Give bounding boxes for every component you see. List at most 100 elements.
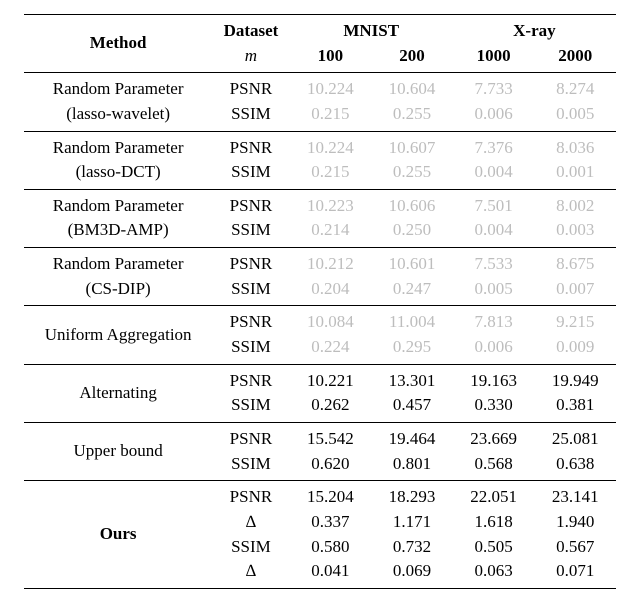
- value-cell: 19.163: [453, 364, 535, 393]
- value-cell: 22.051: [453, 481, 535, 510]
- value-cell: 0.457: [371, 393, 453, 422]
- value-cell: 8.002: [534, 189, 616, 218]
- value-cell: 0.255: [371, 160, 453, 189]
- method-name: Random Parameter(lasso-wavelet): [24, 73, 212, 131]
- value-cell: 8.675: [534, 248, 616, 277]
- metric-label: PSNR: [212, 248, 289, 277]
- value-cell: 11.004: [371, 306, 453, 335]
- value-cell: 18.293: [371, 481, 453, 510]
- value-cell: 0.001: [534, 160, 616, 189]
- value-cell: 0.003: [534, 218, 616, 247]
- value-cell: 0.247: [371, 277, 453, 306]
- header-m: m: [212, 44, 289, 73]
- metric-label: PSNR: [212, 306, 289, 335]
- value-cell: 0.215: [290, 102, 372, 131]
- method-name: Uniform Aggregation: [24, 306, 212, 364]
- value-cell: 1.618: [453, 510, 535, 535]
- value-cell: 0.071: [534, 559, 616, 588]
- metric-label: PSNR: [212, 481, 289, 510]
- value-cell: 0.004: [453, 160, 535, 189]
- value-cell: 10.604: [371, 73, 453, 102]
- value-cell: 23.141: [534, 481, 616, 510]
- value-cell: 8.274: [534, 73, 616, 102]
- table-row: Uniform AggregationPSNR10.08411.0047.813…: [24, 306, 616, 335]
- table-row: Random Parameter(lasso-wavelet)PSNR10.22…: [24, 73, 616, 102]
- value-cell: 0.224: [290, 335, 372, 364]
- value-cell: 0.262: [290, 393, 372, 422]
- metric-label: SSIM: [212, 393, 289, 422]
- value-cell: 0.041: [290, 559, 372, 588]
- value-cell: 0.215: [290, 160, 372, 189]
- metric-label: SSIM: [212, 335, 289, 364]
- header-method: Method: [24, 15, 212, 73]
- value-cell: 7.733: [453, 73, 535, 102]
- value-cell: 0.069: [371, 559, 453, 588]
- value-cell: 0.009: [534, 335, 616, 364]
- table-row: Random Parameter(BM3D-AMP)PSNR10.22310.6…: [24, 189, 616, 218]
- metric-label: SSIM: [212, 277, 289, 306]
- method-name: Random Parameter(lasso-DCT): [24, 131, 212, 189]
- value-cell: 0.250: [371, 218, 453, 247]
- results-table: Method Dataset MNIST X-ray m 100 200 100…: [24, 14, 616, 589]
- value-cell: 0.638: [534, 452, 616, 481]
- value-cell: 0.005: [453, 277, 535, 306]
- value-cell: 0.505: [453, 535, 535, 560]
- method-ours: Ours: [24, 481, 212, 589]
- value-cell: 0.337: [290, 510, 372, 535]
- value-cell: 0.295: [371, 335, 453, 364]
- value-cell: 0.255: [371, 102, 453, 131]
- value-cell: 10.084: [290, 306, 372, 335]
- value-cell: 0.567: [534, 535, 616, 560]
- value-cell: 0.568: [453, 452, 535, 481]
- value-cell: 7.813: [453, 306, 535, 335]
- value-cell: 10.607: [371, 131, 453, 160]
- value-cell: 10.606: [371, 189, 453, 218]
- value-cell: 7.533: [453, 248, 535, 277]
- value-cell: 0.214: [290, 218, 372, 247]
- metric-label: PSNR: [212, 131, 289, 160]
- metric-label: PSNR: [212, 364, 289, 393]
- value-cell: 23.669: [453, 422, 535, 451]
- value-cell: 10.224: [290, 73, 372, 102]
- value-cell: 0.007: [534, 277, 616, 306]
- table-row: AlternatingPSNR10.22113.30119.16319.949: [24, 364, 616, 393]
- value-cell: 0.801: [371, 452, 453, 481]
- value-cell: 19.464: [371, 422, 453, 451]
- value-cell: 7.501: [453, 189, 535, 218]
- value-cell: 0.006: [453, 335, 535, 364]
- metric-label: PSNR: [212, 422, 289, 451]
- metric-label: SSIM: [212, 218, 289, 247]
- table-header-row-1: Method Dataset MNIST X-ray: [24, 15, 616, 44]
- value-cell: 0.381: [534, 393, 616, 422]
- header-group-mnist: MNIST: [290, 15, 453, 44]
- value-cell: 0.005: [534, 102, 616, 131]
- value-cell: 0.732: [371, 535, 453, 560]
- value-cell: 15.204: [290, 481, 372, 510]
- value-cell: 10.223: [290, 189, 372, 218]
- metric-label: SSIM: [212, 535, 289, 560]
- value-cell: 0.063: [453, 559, 535, 588]
- value-cell: 0.330: [453, 393, 535, 422]
- table-row: Upper boundPSNR15.54219.46423.66925.081: [24, 422, 616, 451]
- method-name: Random Parameter(BM3D-AMP): [24, 189, 212, 247]
- value-cell: 10.212: [290, 248, 372, 277]
- metric-label: PSNR: [212, 189, 289, 218]
- value-cell: 10.601: [371, 248, 453, 277]
- value-cell: 1.171: [371, 510, 453, 535]
- value-cell: 0.004: [453, 218, 535, 247]
- value-cell: 7.376: [453, 131, 535, 160]
- method-name: Random Parameter(CS-DIP): [24, 248, 212, 306]
- value-cell: 10.224: [290, 131, 372, 160]
- metric-label: ∆: [212, 559, 289, 588]
- metric-label: PSNR: [212, 73, 289, 102]
- value-cell: 9.215: [534, 306, 616, 335]
- value-cell: 1.940: [534, 510, 616, 535]
- method-name: Alternating: [24, 364, 212, 422]
- metric-label: ∆: [212, 510, 289, 535]
- header-col-2000: 2000: [534, 44, 616, 73]
- header-col-100: 100: [290, 44, 372, 73]
- value-cell: 0.204: [290, 277, 372, 306]
- value-cell: 10.221: [290, 364, 372, 393]
- header-dataset: Dataset: [212, 15, 289, 44]
- value-cell: 13.301: [371, 364, 453, 393]
